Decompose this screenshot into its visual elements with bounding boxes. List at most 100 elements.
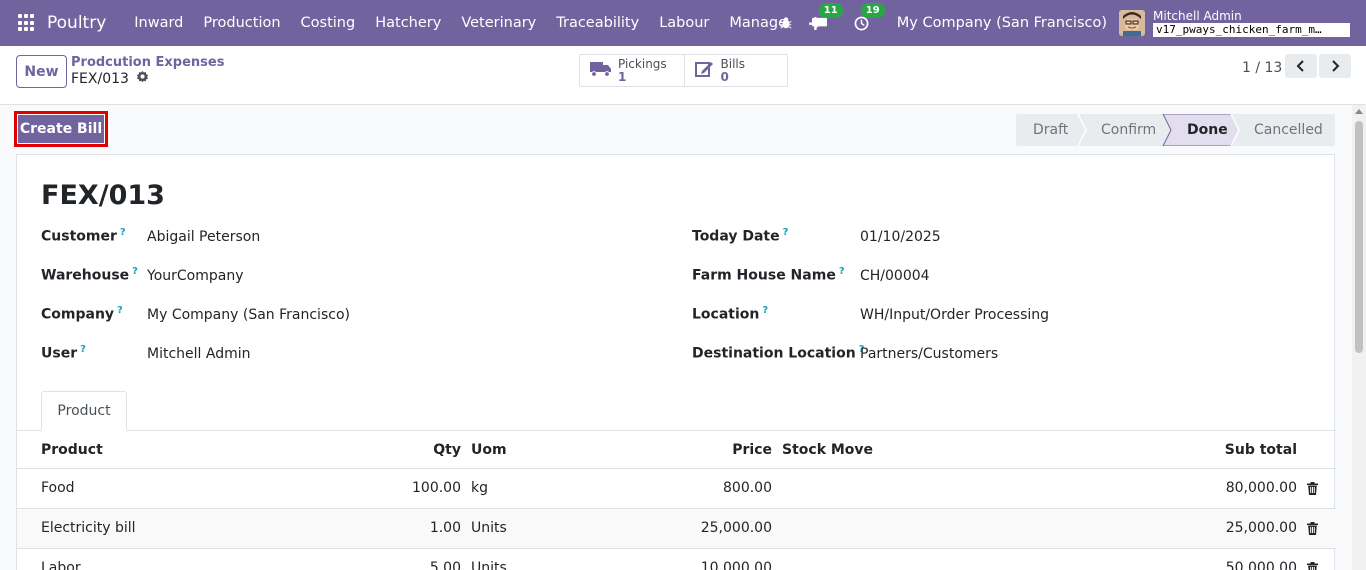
- help-icon[interactable]: ?: [117, 305, 123, 316]
- user-name: Mitchell Admin: [1153, 9, 1242, 23]
- pickings-label: Pickings: [618, 56, 667, 71]
- cell-uom: kg: [471, 480, 488, 496]
- bills-count: 0: [720, 69, 729, 84]
- status-confirm[interactable]: Confirm: [1101, 114, 1156, 146]
- cell-subtotal: 50,000.00: [1225, 560, 1297, 570]
- messages-badge: 11: [818, 3, 843, 18]
- scrollbar-thumb[interactable]: [1355, 121, 1363, 353]
- cell-qty: 100.00: [412, 480, 461, 496]
- column-stock-move[interactable]: Stock Move: [782, 431, 873, 469]
- warehouse-label: Warehouse?: [41, 266, 138, 284]
- chevron-left-icon: [1296, 60, 1304, 72]
- help-icon[interactable]: ?: [120, 227, 126, 238]
- menu-hatchery[interactable]: Hatchery: [365, 0, 451, 46]
- systray: 11 19 My Company (San Francisco) Mitchel…: [769, 0, 1366, 46]
- bills-label: Bills: [720, 56, 746, 71]
- column-qty[interactable]: Qty: [401, 431, 461, 469]
- cell-uom: Units: [471, 560, 507, 570]
- cell-price: 10,000.00: [700, 560, 772, 570]
- user-avatar[interactable]: [1119, 10, 1145, 36]
- pager-next-button[interactable]: [1319, 54, 1351, 78]
- table-row[interactable]: Food 100.00 kg 800.00 80,000.00: [17, 469, 1336, 509]
- cell-qty: 5.00: [429, 560, 461, 570]
- pager-previous-button[interactable]: [1285, 54, 1317, 78]
- truck-icon: [590, 61, 612, 81]
- user-menu[interactable]: Mitchell Admin v17_pways_chicken_farm_m…: [1153, 9, 1350, 37]
- column-product[interactable]: Product: [41, 431, 103, 469]
- menu-veterinary[interactable]: Veterinary: [451, 0, 546, 46]
- trash-icon[interactable]: [1307, 482, 1318, 499]
- smart-buttons: Pickings 1 Bills 0: [579, 54, 788, 87]
- pager-value[interactable]: 1 / 13: [1242, 60, 1282, 76]
- edit-icon: [694, 60, 715, 82]
- user-label: User?: [41, 344, 86, 362]
- activities-badge: 19: [860, 3, 885, 18]
- status-done[interactable]: Done: [1187, 114, 1228, 146]
- pickings-smart-button[interactable]: Pickings 1: [580, 55, 684, 86]
- customer-label: Customer?: [41, 227, 126, 245]
- destination-location-field[interactable]: Partners/Customers: [860, 346, 998, 362]
- table-row[interactable]: Labor 5.00 Units 10,000.00 50,000.00: [17, 549, 1336, 570]
- app-brand[interactable]: Poultry: [47, 13, 106, 33]
- table-header-row: Product Qty Uom Price Stock Move Sub tot…: [17, 431, 1336, 469]
- farm-house-label: Farm House Name?: [692, 266, 845, 284]
- column-uom[interactable]: Uom: [471, 431, 507, 469]
- cell-product: Labor: [41, 560, 81, 570]
- company-field[interactable]: My Company (San Francisco): [147, 307, 350, 323]
- top-navbar: Poultry Inward Production Costing Hatche…: [0, 0, 1366, 46]
- column-subtotal[interactable]: Sub total: [1167, 431, 1297, 469]
- trash-icon[interactable]: [1307, 522, 1318, 539]
- farm-house-field[interactable]: CH/00004: [860, 268, 930, 284]
- cell-subtotal: 25,000.00: [1225, 520, 1297, 536]
- user-field[interactable]: Mitchell Admin: [147, 346, 251, 362]
- bug-icon[interactable]: [775, 12, 797, 34]
- company-label: Company?: [41, 305, 123, 323]
- pickings-count: 1: [618, 69, 627, 84]
- menu-labour[interactable]: Labour: [649, 0, 719, 46]
- cell-price: 800.00: [723, 480, 772, 496]
- form-header: Create Bill Draft Confirm Done Cancelled: [0, 105, 1352, 154]
- trash-icon[interactable]: [1307, 562, 1318, 570]
- destination-location-label: Destination Location?: [692, 344, 865, 362]
- help-icon[interactable]: ?: [839, 266, 845, 277]
- help-icon[interactable]: ?: [132, 266, 138, 277]
- main-menu: Inward Production Costing Hatchery Veter…: [124, 0, 834, 46]
- activity-clock-icon[interactable]: 19: [851, 3, 885, 34]
- column-price[interactable]: Price: [672, 431, 772, 469]
- gear-icon[interactable]: [136, 70, 149, 87]
- product-lines-table: Product Qty Uom Price Stock Move Sub tot…: [17, 431, 1336, 570]
- status-cancelled[interactable]: Cancelled: [1254, 114, 1323, 146]
- new-button[interactable]: New: [16, 55, 67, 88]
- menu-costing[interactable]: Costing: [291, 0, 366, 46]
- form-sheet: FEX/013 Customer? Abigail Peterson Wareh…: [16, 154, 1336, 570]
- table-row[interactable]: Electricity bill 1.00 Units 25,000.00 25…: [17, 509, 1336, 549]
- location-label: Location?: [692, 305, 769, 323]
- chevron-right-icon: [1332, 60, 1340, 72]
- vertical-scrollbar[interactable]: [1352, 105, 1366, 570]
- customer-field[interactable]: Abigail Peterson: [147, 229, 260, 245]
- record-name: FEX/013: [71, 70, 129, 87]
- database-name: v17_pways_chicken_farm_m…: [1153, 23, 1350, 37]
- tab-product[interactable]: Product: [41, 391, 127, 431]
- menu-production[interactable]: Production: [193, 0, 290, 46]
- help-icon[interactable]: ?: [80, 344, 86, 355]
- control-panel: New Prodcution Expenses FEX/013 Pickings…: [0, 46, 1366, 105]
- location-field[interactable]: WH/Input/Order Processing: [860, 307, 1049, 323]
- today-date-field[interactable]: 01/10/2025: [860, 229, 941, 245]
- help-icon[interactable]: ?: [783, 227, 789, 238]
- status-draft[interactable]: Draft: [1033, 114, 1068, 146]
- help-icon[interactable]: ?: [762, 305, 768, 316]
- warehouse-field[interactable]: YourCompany: [147, 268, 244, 284]
- today-date-label: Today Date?: [692, 227, 789, 245]
- menu-traceability[interactable]: Traceability: [546, 0, 649, 46]
- breadcrumb-link[interactable]: Prodcution Expenses: [71, 55, 224, 70]
- bills-smart-button[interactable]: Bills 0: [683, 55, 788, 86]
- chat-icon[interactable]: 11: [809, 3, 843, 34]
- cell-product: Electricity bill: [41, 520, 136, 536]
- create-bill-button[interactable]: Create Bill: [14, 111, 108, 147]
- apps-menu-icon[interactable]: [18, 14, 36, 32]
- menu-inward[interactable]: Inward: [124, 0, 193, 46]
- statusbar: Draft Confirm Done Cancelled: [1016, 114, 1335, 146]
- scroll-up-arrow-icon[interactable]: [1355, 109, 1363, 114]
- company-switcher[interactable]: My Company (San Francisco): [897, 15, 1107, 31]
